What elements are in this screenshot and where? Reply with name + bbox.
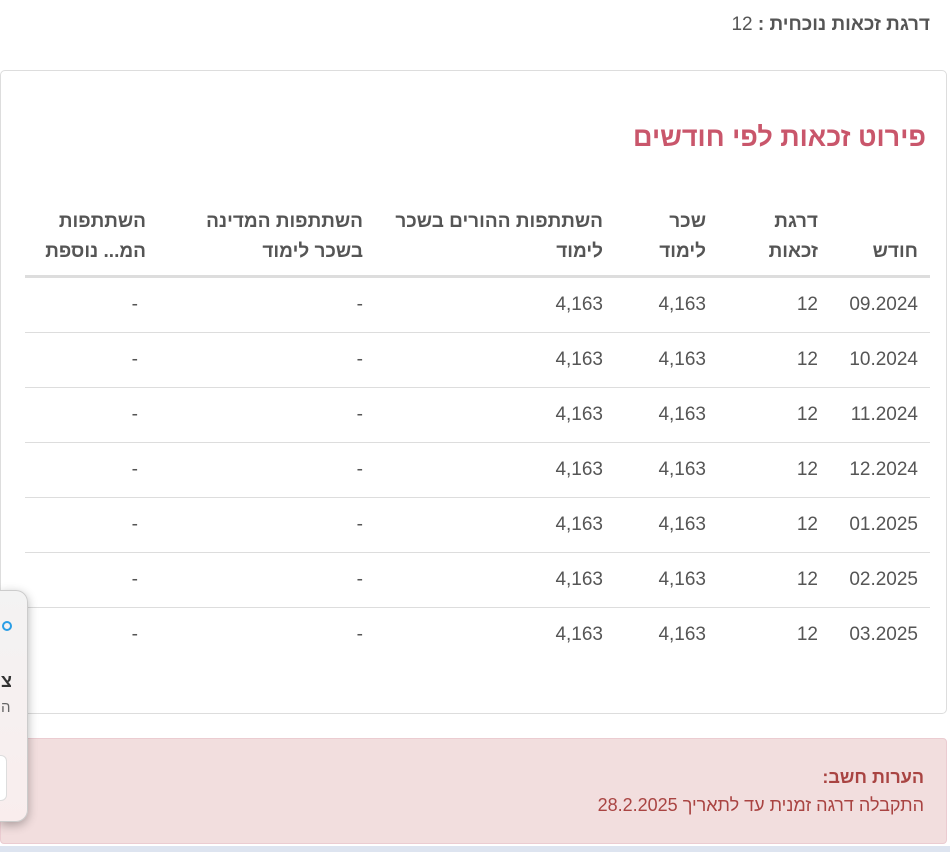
table-cell: - bbox=[150, 607, 375, 662]
table-row: 03.2025 12 4,163 4,163- - bbox=[25, 607, 930, 662]
table-cell: - bbox=[150, 332, 375, 388]
table-row: 09.2024 12 4,163 4,163- - bbox=[25, 276, 930, 333]
table-cell: - bbox=[150, 276, 375, 333]
table-cell: 4,163 bbox=[615, 387, 718, 443]
monthly-table: חודש דרגת זכאות שכר לימוד השתתפות ההורים בש… bbox=[25, 198, 930, 662]
table-cell: 4,163 bbox=[375, 607, 615, 662]
table-row: 12.2024 12 4,163 4,163- - bbox=[25, 442, 930, 498]
table-cell: 4,163 bbox=[615, 332, 718, 388]
table-row: 02.2025 12 4,163 4,163- - bbox=[25, 552, 930, 608]
table-cell: - bbox=[25, 442, 150, 498]
popup-line-1: צ bbox=[1, 671, 12, 691]
table-cell: - bbox=[25, 332, 150, 388]
table-cell: 01.2025 bbox=[830, 497, 930, 553]
column-header: דרגת זכאות bbox=[718, 198, 830, 278]
status-dot-icon bbox=[2, 621, 12, 631]
table-cell: - bbox=[25, 276, 150, 333]
accountant-notes-alert: הערות חשב: התקבלה דרגה זמנית עד לתאריך 2… bbox=[0, 738, 947, 844]
table-row: 01.2025 12 4,163 4,163- - bbox=[25, 497, 930, 553]
table-cell: 09.2024 bbox=[830, 276, 930, 333]
table-row: 10.2024 12 4,163 4,163- - bbox=[25, 332, 930, 388]
current-grade: דרגת זכאות נוכחית : 12 bbox=[731, 14, 930, 36]
table-cell: 02.2025 bbox=[830, 552, 930, 608]
table-cell: 12 bbox=[718, 332, 830, 388]
page-title: פירוט זכאות לפי חודשים bbox=[633, 122, 926, 152]
table-cell: 12 bbox=[718, 497, 830, 553]
table-cell: 4,163 bbox=[375, 552, 615, 608]
table-cell: 4,163 bbox=[375, 497, 615, 553]
table-cell: - bbox=[25, 387, 150, 443]
column-header: השתתפות המדינה בשכר לימוד bbox=[150, 198, 375, 278]
table-cell: - bbox=[150, 387, 375, 443]
table-cell: 12.2024 bbox=[830, 442, 930, 498]
bottom-bar bbox=[0, 846, 950, 852]
table-cell: - bbox=[25, 552, 150, 608]
table-cell: - bbox=[25, 607, 150, 662]
table-cell: - bbox=[25, 497, 150, 553]
table-cell: 4,163 bbox=[375, 442, 615, 498]
popup-line-2: ה bbox=[1, 699, 11, 716]
table-cell: 03.2025 bbox=[830, 607, 930, 662]
column-header: השתתפות ההורים בשכר לימוד bbox=[375, 198, 615, 278]
notes-text: התקבלה דרגה זמנית עד לתאריך 28.2.2025 bbox=[597, 795, 924, 815]
table-row: 11.2024 12 4,163 4,163- - bbox=[25, 387, 930, 443]
table-cell: 12 bbox=[718, 552, 830, 608]
column-header: חודש bbox=[830, 198, 930, 278]
table-cell: 4,163 bbox=[615, 497, 718, 553]
table-cell: 12 bbox=[718, 442, 830, 498]
current-grade-label: דרגת זכאות נוכחית : bbox=[757, 14, 930, 35]
column-header: שכר לימוד bbox=[615, 198, 718, 278]
table-cell: 4,163 bbox=[615, 442, 718, 498]
table-cell: 12 bbox=[718, 607, 830, 662]
current-grade-value: 12 bbox=[731, 14, 753, 35]
table-cell: 4,163 bbox=[375, 276, 615, 333]
table-header-row: חודש דרגת זכאות שכר לימוד השתתפות ההורים בש… bbox=[25, 198, 930, 278]
table-cell: - bbox=[150, 442, 375, 498]
table-cell: 10.2024 bbox=[830, 332, 930, 388]
table-cell: 11.2024 bbox=[830, 387, 930, 443]
table-cell: - bbox=[150, 552, 375, 608]
table-cell: 4,163 bbox=[615, 552, 718, 608]
table-cell: 4,163 bbox=[615, 607, 718, 662]
table-cell: - bbox=[150, 497, 375, 553]
table-cell: 12 bbox=[718, 276, 830, 333]
popup-button[interactable] bbox=[0, 755, 7, 801]
notes-heading: הערות חשב: bbox=[822, 767, 924, 787]
column-header: השתתפות המ... נוספת bbox=[25, 198, 150, 278]
table-cell: 12 bbox=[718, 387, 830, 443]
table-cell: 4,163 bbox=[375, 332, 615, 388]
table-cell: 4,163 bbox=[615, 276, 718, 333]
table-cell: 4,163 bbox=[375, 387, 615, 443]
popup-dialog[interactable]: צ ה bbox=[0, 590, 28, 822]
